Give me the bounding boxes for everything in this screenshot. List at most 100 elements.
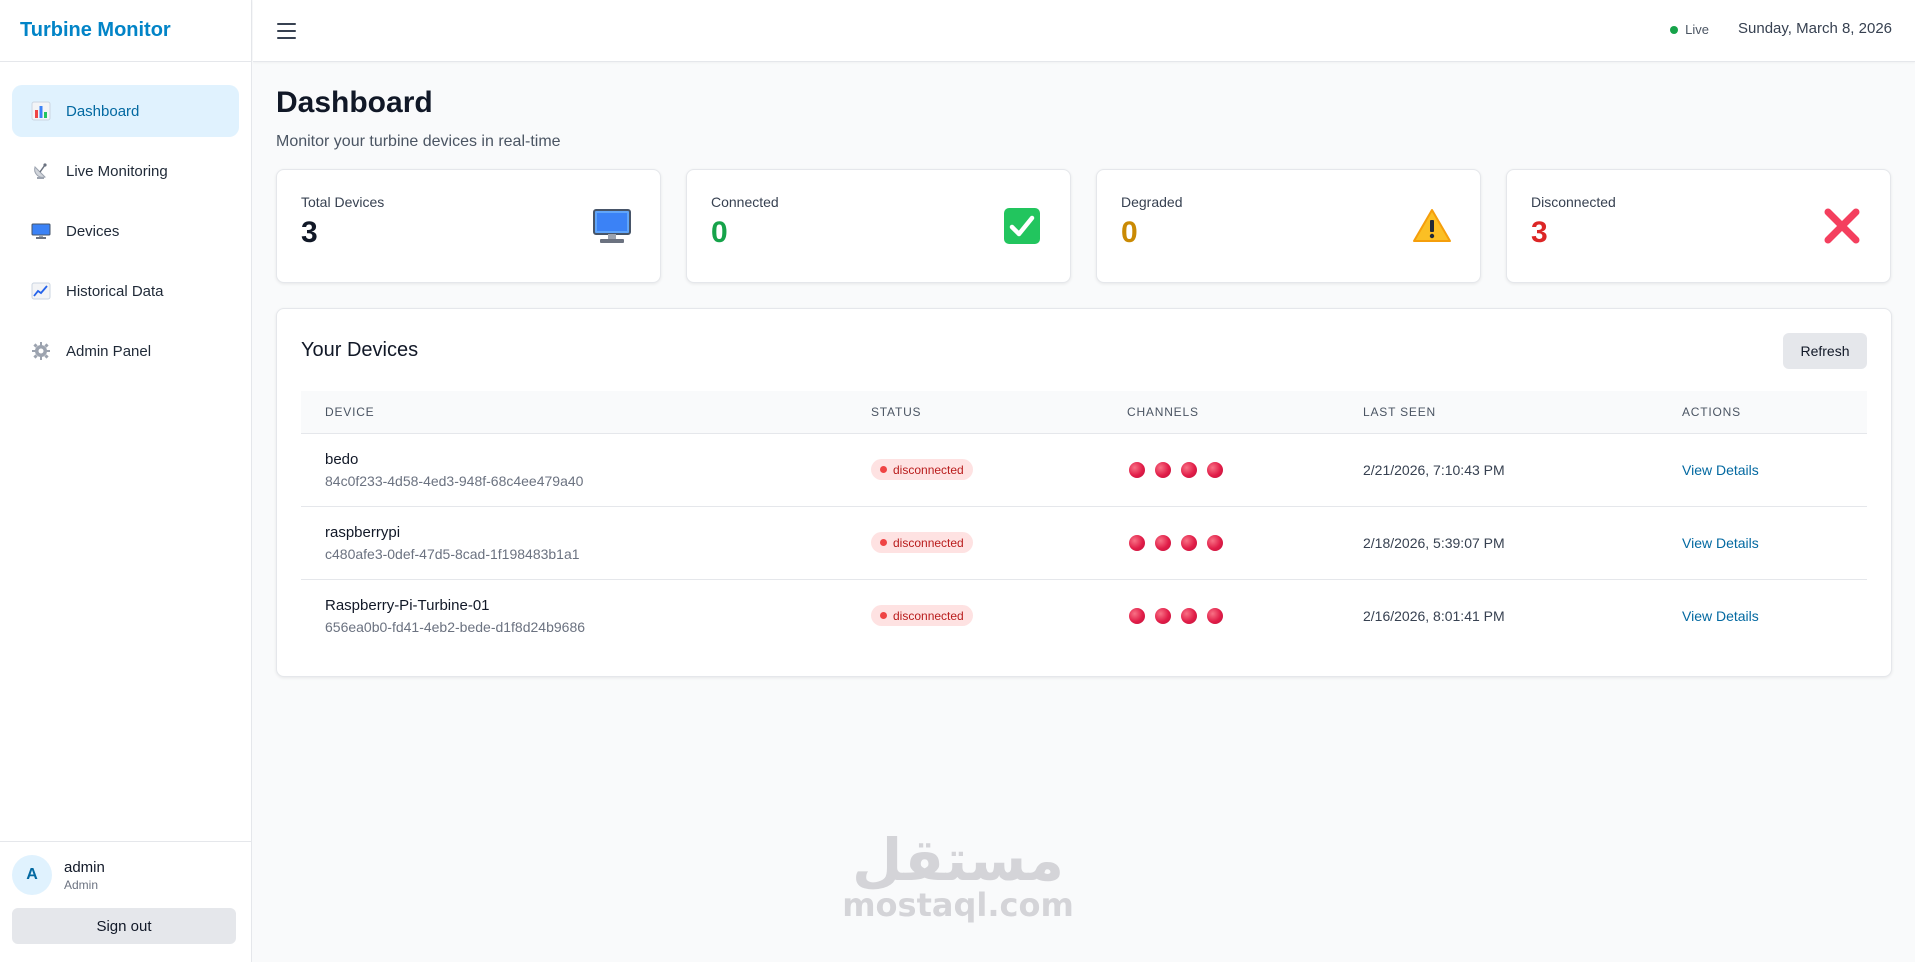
table-row: bedo 84c0f233-4d58-4ed3-948f-68c4ee479a4… xyxy=(301,433,1867,506)
sidebar-item-label: Live Monitoring xyxy=(66,162,168,180)
channel-indicator xyxy=(1181,534,1197,551)
stat-value: 0 xyxy=(711,216,728,249)
channel-indicator xyxy=(1129,607,1145,624)
device-id: 656ea0b0-fd41-4eb2-bede-d1f8d24b9686 xyxy=(325,618,586,635)
channel-indicator xyxy=(1181,461,1197,478)
watermark-arabic: مستقل xyxy=(851,826,1065,894)
status-badge: disconnected xyxy=(871,459,973,480)
device-id: c480afe3-0def-47d5-8cad-1f198483b1a1 xyxy=(325,545,580,562)
stat-value: 3 xyxy=(1531,216,1548,249)
sidebar-item-live-monitoring[interactable]: Live Monitoring xyxy=(12,145,239,197)
status-dot xyxy=(880,612,887,620)
sign-out-button[interactable]: Sign out xyxy=(12,908,236,944)
status-text: disconnected xyxy=(893,462,964,477)
channel-indicator xyxy=(1129,534,1145,551)
status-dot xyxy=(880,466,887,473)
column-header-channels: CHANNELS xyxy=(1127,404,1199,419)
refresh-button[interactable]: Refresh xyxy=(1783,333,1867,369)
devices-panel: Your Devices Refresh DEVICE STATUS CHANN… xyxy=(276,308,1892,677)
channel-indicators xyxy=(1129,607,1339,624)
view-details-link[interactable]: View Details xyxy=(1682,535,1759,551)
device-name: Raspberry-Pi-Turbine-01 xyxy=(325,596,490,614)
devices-table: DEVICE STATUS CHANNELS LAST SEEN ACTIONS… xyxy=(301,391,1867,652)
sidebar-item-dashboard[interactable]: Dashboard xyxy=(12,85,239,137)
watermark-latin: mostaql.com xyxy=(842,886,1074,924)
current-date: Sunday, March 8, 2026 xyxy=(1738,20,1892,37)
table-row: Raspberry-Pi-Turbine-01 656ea0b0-fd41-4e… xyxy=(301,579,1867,652)
channels-cell xyxy=(1103,579,1339,652)
sidebar-item-label: Devices xyxy=(66,222,120,240)
avatar: A xyxy=(12,855,52,895)
watermark-logo: مستقل mostaql.com xyxy=(838,830,1078,922)
user-role: Admin xyxy=(64,877,99,892)
status-cell: disconnected xyxy=(847,579,1103,652)
table-row: raspberrypi c480afe3-0def-47d5-8cad-1f19… xyxy=(301,506,1867,579)
last-seen: 2/18/2026, 5:39:07 PM xyxy=(1363,534,1505,551)
stat-label: Degraded xyxy=(1121,194,1183,210)
last-seen: 2/16/2026, 8:01:41 PM xyxy=(1363,607,1505,624)
sidebar-nav: Dashboard Live Monitoring Devices Histor… xyxy=(0,62,251,377)
view-details-link[interactable]: View Details xyxy=(1682,608,1759,624)
device-cell: Raspberry-Pi-Turbine-01 656ea0b0-fd41-4e… xyxy=(301,579,847,652)
check-icon xyxy=(1002,206,1042,246)
satellite-icon xyxy=(30,160,52,182)
x-icon xyxy=(1822,206,1862,246)
channel-indicator xyxy=(1207,534,1223,551)
sidebar-item-devices[interactable]: Devices xyxy=(12,205,239,257)
sidebar-item-label: Historical Data xyxy=(66,282,164,300)
computer-icon xyxy=(592,206,632,246)
actions-cell: View Details xyxy=(1658,506,1867,579)
status-text: disconnected xyxy=(893,535,964,550)
last-seen: 2/21/2026, 7:10:43 PM xyxy=(1363,461,1505,478)
stat-value: 0 xyxy=(1121,216,1138,249)
actions-cell: View Details xyxy=(1658,579,1867,652)
channel-indicator xyxy=(1207,461,1223,478)
status-text: disconnected xyxy=(893,608,964,623)
page-subtitle: Monitor your turbine devices in real-tim… xyxy=(276,133,561,150)
status-badge: disconnected xyxy=(871,605,973,627)
device-cell: bedo 84c0f233-4d58-4ed3-948f-68c4ee479a4… xyxy=(301,433,847,506)
column-header-last-seen: LAST SEEN xyxy=(1363,404,1437,419)
hamburger-menu-icon[interactable] xyxy=(277,18,303,44)
channel-indicator xyxy=(1207,607,1223,624)
user-name: admin xyxy=(64,858,105,876)
table-header-row: DEVICE STATUS CHANNELS LAST SEEN ACTIONS xyxy=(301,391,1867,433)
sidebar-item-label: Admin Panel xyxy=(66,342,152,360)
bar-chart-icon xyxy=(30,100,52,122)
sidebar-item-historical-data[interactable]: Historical Data xyxy=(12,265,239,317)
column-header-device: DEVICE xyxy=(325,404,375,419)
stat-card-disconnected: Disconnected 3 xyxy=(1506,169,1891,283)
live-label: Live xyxy=(1685,22,1709,37)
status-dot xyxy=(880,539,887,546)
channel-indicator xyxy=(1155,607,1171,624)
device-name: bedo xyxy=(325,450,359,468)
channel-indicators xyxy=(1129,461,1339,478)
warning-icon xyxy=(1412,206,1452,246)
channel-indicator xyxy=(1129,461,1145,478)
channel-indicator xyxy=(1155,461,1171,478)
channel-indicators xyxy=(1129,534,1339,551)
app-brand[interactable]: Turbine Monitor xyxy=(0,0,251,62)
stat-card-total-devices: Total Devices 3 xyxy=(276,169,661,283)
sidebar-footer: A admin Admin Sign out xyxy=(0,841,251,962)
stat-label: Total Devices xyxy=(301,194,385,210)
live-status-dot xyxy=(1670,25,1679,34)
main-content: Dashboard Monitor your turbine devices i… xyxy=(276,62,1892,677)
column-header-status: STATUS xyxy=(871,404,922,419)
sidebar-item-label: Dashboard xyxy=(66,102,140,120)
stat-label: Connected xyxy=(711,194,779,210)
stat-value: 3 xyxy=(301,216,318,249)
sidebar: Turbine Monitor Dashboard Live Monitorin… xyxy=(0,0,252,962)
sidebar-item-admin-panel[interactable]: Admin Panel xyxy=(12,325,239,377)
view-details-link[interactable]: View Details xyxy=(1682,462,1759,478)
user-profile: A admin Admin xyxy=(12,854,239,896)
channels-cell xyxy=(1103,433,1339,506)
status-cell: disconnected xyxy=(847,433,1103,506)
device-cell: raspberrypi c480afe3-0def-47d5-8cad-1f19… xyxy=(301,506,847,579)
channel-indicator xyxy=(1181,607,1197,624)
device-name: raspberrypi xyxy=(325,523,401,541)
column-header-actions: ACTIONS xyxy=(1682,404,1741,419)
channels-cell xyxy=(1103,506,1339,579)
channel-indicator xyxy=(1155,534,1171,551)
page-title: Dashboard xyxy=(276,86,433,119)
